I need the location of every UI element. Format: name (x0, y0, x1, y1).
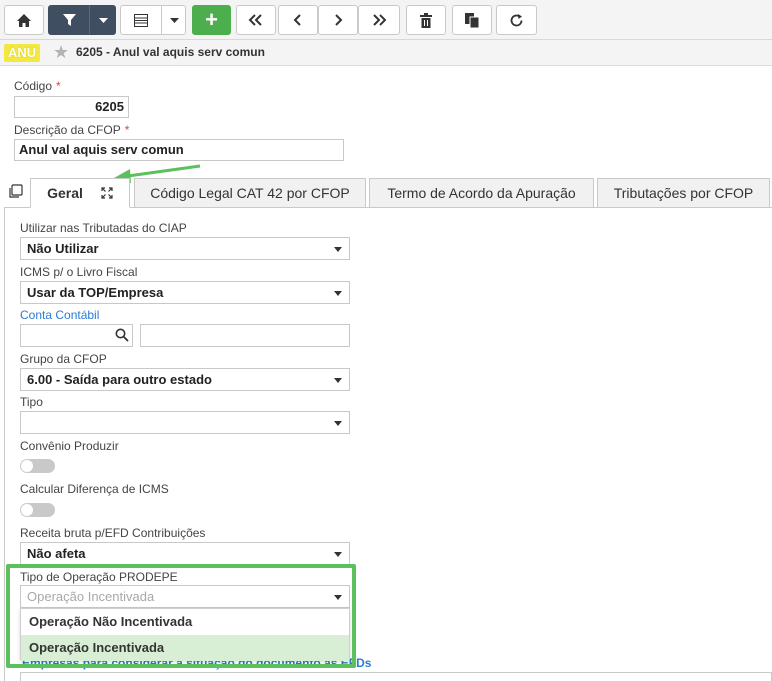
conta-contabil-description (140, 324, 350, 347)
descricao-input[interactable]: Anul val aquis serv comun (14, 139, 344, 161)
convenio-label: Convênio Produzir (20, 439, 119, 453)
chevron-down-icon (334, 247, 342, 252)
annotation-highlight-box (6, 564, 356, 668)
home-button[interactable] (4, 5, 44, 35)
grupo-label: Grupo da CFOP (20, 352, 107, 366)
next-icon (335, 14, 343, 26)
record-title-bar: ANU ★ 6205 - Anul val aquis serv comun (0, 40, 772, 66)
chevron-down-icon (334, 291, 342, 296)
page-title: 6205 - Anul val aquis serv comun (76, 45, 265, 59)
refresh-button[interactable] (496, 5, 537, 35)
status-badge: ANU (4, 44, 41, 62)
calc-icms-label: Calcular Diferença de ICMS (20, 482, 169, 496)
receita-select[interactable]: Não afeta (20, 542, 350, 565)
grid-icon (134, 14, 148, 27)
tab-termo-acordo[interactable]: Termo de Acordo da Apuração (369, 178, 594, 208)
plus-icon: + (205, 7, 218, 32)
first-record-button[interactable] (236, 5, 276, 35)
codigo-label: Código * (14, 79, 61, 93)
convenio-toggle[interactable] (20, 459, 55, 473)
tab-geral-label: Geral (47, 185, 83, 201)
descricao-label: Descrição da CFOP * (14, 123, 130, 137)
prev-icon (293, 14, 301, 26)
search-icon[interactable] (115, 328, 129, 342)
empresas-grid (20, 672, 772, 681)
chevron-down-icon (334, 421, 342, 426)
conta-contabil-link[interactable]: Conta Contábil (20, 308, 99, 322)
chevron-down-icon (334, 552, 342, 557)
conta-contabil-input[interactable] (20, 324, 133, 347)
icms-livro-label: ICMS p/ o Livro Fiscal (20, 265, 138, 279)
chevron-down-icon (170, 18, 179, 23)
tab-tributacoes[interactable]: Tributações por CFOP (597, 178, 770, 208)
favorite-star-icon[interactable]: ★ (53, 43, 69, 61)
grid-view-button[interactable] (120, 5, 186, 35)
copy-tabs-icon[interactable] (8, 184, 23, 199)
tipo-select[interactable] (20, 411, 350, 434)
last-record-button[interactable] (358, 5, 400, 35)
refresh-icon (510, 13, 523, 26)
previous-record-button[interactable] (278, 5, 318, 35)
expand-icon[interactable] (101, 187, 113, 199)
chevron-down-icon (99, 18, 108, 23)
home-icon (17, 13, 31, 27)
filter-icon (63, 14, 76, 26)
tipo-label: Tipo (20, 395, 43, 409)
trash-icon (420, 12, 432, 28)
grupo-select[interactable]: 6.00 - Saída para outro estado (20, 368, 350, 391)
last-page-icon (373, 14, 387, 26)
filter-button[interactable] (48, 5, 116, 35)
calc-icms-toggle[interactable] (20, 503, 55, 517)
copy-icon (465, 12, 479, 28)
delete-button[interactable] (406, 5, 446, 35)
chevron-down-icon (334, 378, 342, 383)
tab-geral[interactable]: Geral (30, 178, 130, 208)
add-button[interactable]: + (192, 5, 231, 35)
tab-codigo-legal[interactable]: Código Legal CAT 42 por CFOP (134, 178, 366, 208)
next-record-button[interactable] (318, 5, 358, 35)
icms-livro-select[interactable]: Usar da TOP/Empresa (20, 281, 350, 304)
first-page-icon (248, 14, 262, 26)
ciap-select[interactable]: Não Utilizar (20, 237, 350, 260)
codigo-input[interactable]: 6205 (14, 96, 129, 118)
ciap-label: Utilizar nas Tributadas do CIAP (20, 221, 187, 235)
duplicate-button[interactable] (452, 5, 492, 35)
toolbar: + (0, 0, 772, 40)
receita-label: Receita bruta p/EFD Contribuições (20, 526, 206, 540)
